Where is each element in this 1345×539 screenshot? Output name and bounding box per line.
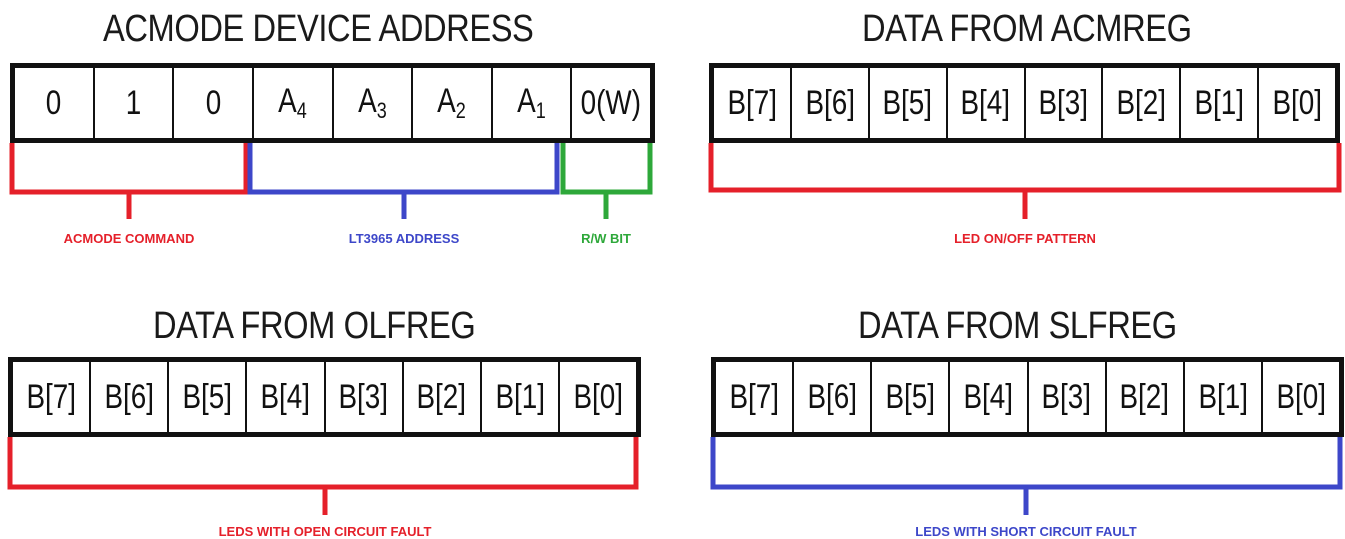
rw-bit-label: R/W BIT: [581, 231, 631, 246]
short-circuit-fault-bracket: [710, 437, 1343, 515]
field-brackets: [7, 143, 1343, 515]
rw-bit-bracket: [560, 143, 653, 219]
acmode-command-label: ACMODE COMMAND: [63, 231, 195, 246]
acmode-command-bracket: [9, 143, 249, 219]
led-on-off-pattern-label: LED ON/OFF PATTERN: [954, 231, 1096, 246]
open-circuit-fault-bracket: [7, 437, 639, 515]
open-circuit-fault-label: LEDS WITH OPEN CIRCUIT FAULT: [218, 524, 432, 539]
short-circuit-fault-label: LEDS WITH SHORT CIRCUIT FAULT: [915, 524, 1137, 539]
lt3965-address-label: LT3965 ADDRESS: [348, 231, 460, 246]
lt3965-address-bracket: [247, 143, 560, 219]
led-on-off-pattern-bracket: [708, 143, 1342, 219]
